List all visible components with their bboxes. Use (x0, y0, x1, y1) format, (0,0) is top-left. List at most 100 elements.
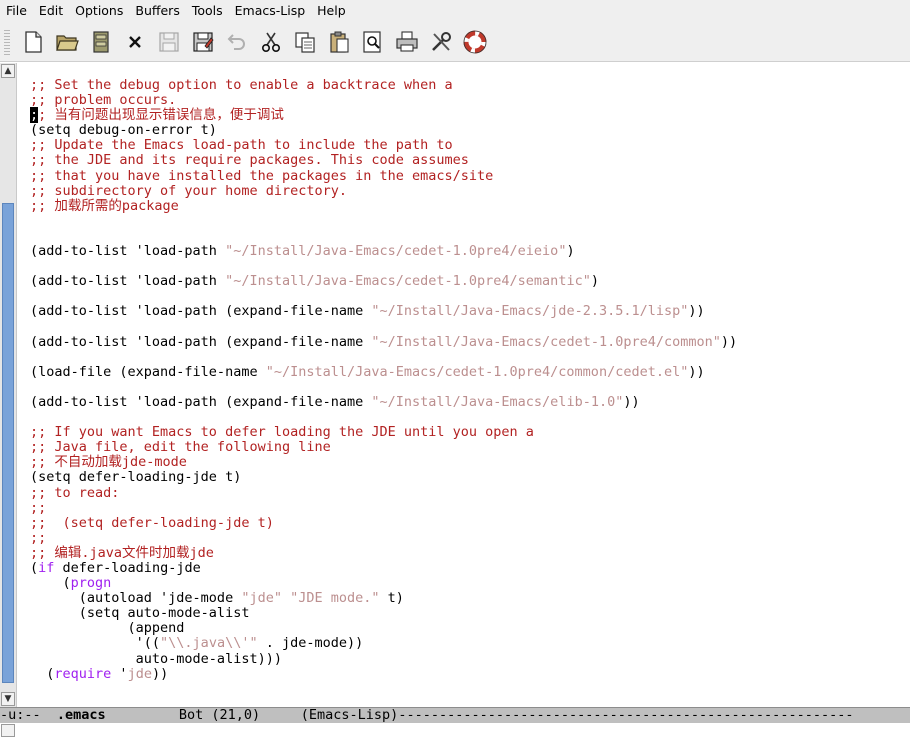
code-text: ( (30, 560, 39, 576)
code-line: (setq defer-loading-jde t) (30, 470, 910, 485)
code-line: ;; (30, 530, 910, 546)
code-line: (autoload 'jde-mode "jde" "JDE mode." t) (30, 591, 910, 606)
code-comment: ;; subdirectory of your home directory. (30, 182, 347, 199)
new-file-icon (25, 30, 42, 53)
code-line: (add-to-list 'load-path (expand-file-nam… (30, 304, 910, 319)
code-text: . jde-mode)) (257, 635, 364, 652)
code-string: jde (127, 665, 152, 682)
save-as-button[interactable] (186, 26, 220, 58)
code-keyword: require (54, 665, 112, 682)
code-line: (add-to-list 'load-path (expand-file-nam… (30, 333, 910, 350)
menu-edit[interactable]: Edit (33, 0, 69, 22)
menu-tools[interactable]: Tools (186, 0, 229, 22)
editor-buffer[interactable]: ;; Set the debug option to enable a back… (30, 77, 910, 682)
modeline-major-mode: (Emacs-Lisp) (300, 707, 399, 723)
code-text: (add-to-list 'load-path (30, 273, 226, 290)
code-string: "~/Install/Java-Emacs/cedet-1.0pre4/sema… (225, 273, 591, 290)
copy-button[interactable] (288, 26, 322, 58)
code-text: ) (590, 273, 599, 290)
save-button[interactable] (152, 26, 186, 58)
code-line: (setq debug-on-error t) (30, 123, 910, 138)
copy-icon (295, 31, 315, 53)
code-line: ;; 加载所需的package (30, 197, 910, 214)
code-text: )) (720, 333, 738, 350)
code-text: (load-file (expand-file-name (30, 363, 266, 380)
code-text: t) (379, 590, 404, 607)
scroll-down-arrow-icon[interactable]: ▼ (1, 692, 15, 706)
code-text: ) (566, 243, 575, 260)
code-line: (require 'jde)) (30, 665, 910, 682)
code-line: (progn (30, 576, 910, 591)
code-comment: ;; 编辑.java文件时加载jde (30, 544, 214, 561)
code-line: ;; 不自动加载jde-mode (30, 455, 910, 470)
code-line: ;; Update the Emacs load-path to include… (30, 138, 910, 153)
code-line: '(("\\.java\\'" . jde-mode)) (30, 636, 910, 651)
code-comment: ;; (setq defer-loading-jde t) (30, 514, 274, 531)
search-button[interactable] (356, 26, 390, 58)
close-buffer-icon (129, 35, 141, 48)
menu-file[interactable]: File (0, 0, 33, 22)
scroll-up-arrow-icon[interactable]: ▲ (1, 64, 15, 78)
code-string: "~/Install/Java-Emacs/cedet-1.0pre4/comm… (371, 333, 721, 350)
code-string: "\\.java\\'" (160, 635, 258, 652)
save-icon (159, 31, 179, 52)
minibuffer[interactable] (0, 723, 910, 738)
text-cursor: ; (30, 107, 39, 124)
cut-button[interactable] (254, 26, 288, 58)
code-comment: ;; Java file, edit the following line (30, 439, 331, 456)
new-file-button[interactable] (16, 26, 50, 58)
code-line: ;; If you want Emacs to defer loading th… (30, 425, 910, 440)
menu-emacs-lisp[interactable]: Emacs-Lisp (229, 0, 312, 22)
code-comment: ;; the JDE and its require packages. Thi… (30, 152, 469, 169)
save-as-icon (193, 31, 214, 52)
code-text: defer-loading-jde (54, 560, 201, 576)
code-line: ;; (30, 499, 910, 516)
open-file-button[interactable] (50, 26, 84, 58)
vertical-scrollbar[interactable]: ▲ ▼ (0, 63, 17, 707)
code-text: )) (688, 303, 705, 320)
code-text: (setq auto-mode-alist (30, 605, 250, 622)
open-directory-button[interactable] (84, 26, 118, 58)
code-comment: ;; 加载所需的package (30, 197, 179, 214)
undo-button[interactable] (220, 26, 254, 58)
code-comment: ;; problem occurs. (30, 92, 177, 109)
scroll-thumb[interactable] (2, 203, 14, 683)
code-text: ( (30, 665, 55, 682)
code-line: (add-to-list 'load-path "~/Install/Java-… (30, 274, 910, 289)
code-comment: ;; (30, 499, 47, 516)
code-line: ;; 编辑.java文件时加载jde (30, 544, 910, 561)
minibuffer-scrollbar[interactable] (1, 724, 15, 737)
menu-bar: File Edit Options Buffers Tools Emacs-Li… (0, 0, 910, 22)
code-comment: ;; that you have installed the packages … (30, 167, 494, 184)
modeline-status: -u:-- (0, 707, 41, 723)
code-string: "~/Install/Java-Emacs/elib-1.0" (371, 393, 624, 410)
menu-buffers[interactable]: Buffers (129, 0, 185, 22)
menu-options[interactable]: Options (69, 0, 129, 22)
toolbar-grip[interactable] (4, 27, 10, 56)
help-button[interactable] (458, 26, 492, 58)
code-line: auto-mode-alist))) (30, 651, 910, 667)
code-line: ;; (setq defer-loading-jde t) (30, 514, 910, 531)
menu-help[interactable]: Help (311, 0, 352, 22)
paste-button[interactable] (322, 26, 356, 58)
code-line: ;; subdirectory of your home directory. (30, 182, 910, 199)
close-buffer-button[interactable] (118, 26, 152, 58)
print-button[interactable] (390, 26, 424, 58)
code-line: ;; Java file, edit the following line (30, 440, 910, 455)
code-string: "JDE mode." (290, 590, 380, 607)
code-comment: ;; Update the Emacs load-path to include… (30, 137, 453, 154)
mode-line: -u:-- .emacs Bot (21,0) (Emacs-Lisp)----… (0, 707, 910, 723)
code-string: "~/Install/Java-Emacs/jde-2.3.5.1/lisp" (371, 303, 689, 320)
tool-bar (0, 22, 910, 62)
code-text: '(( (30, 635, 161, 652)
help-lifebuoy-icon (463, 30, 487, 53)
preferences-button[interactable] (424, 26, 458, 58)
code-line: (append (30, 621, 910, 636)
code-line: (if defer-loading-jde (30, 560, 910, 576)
